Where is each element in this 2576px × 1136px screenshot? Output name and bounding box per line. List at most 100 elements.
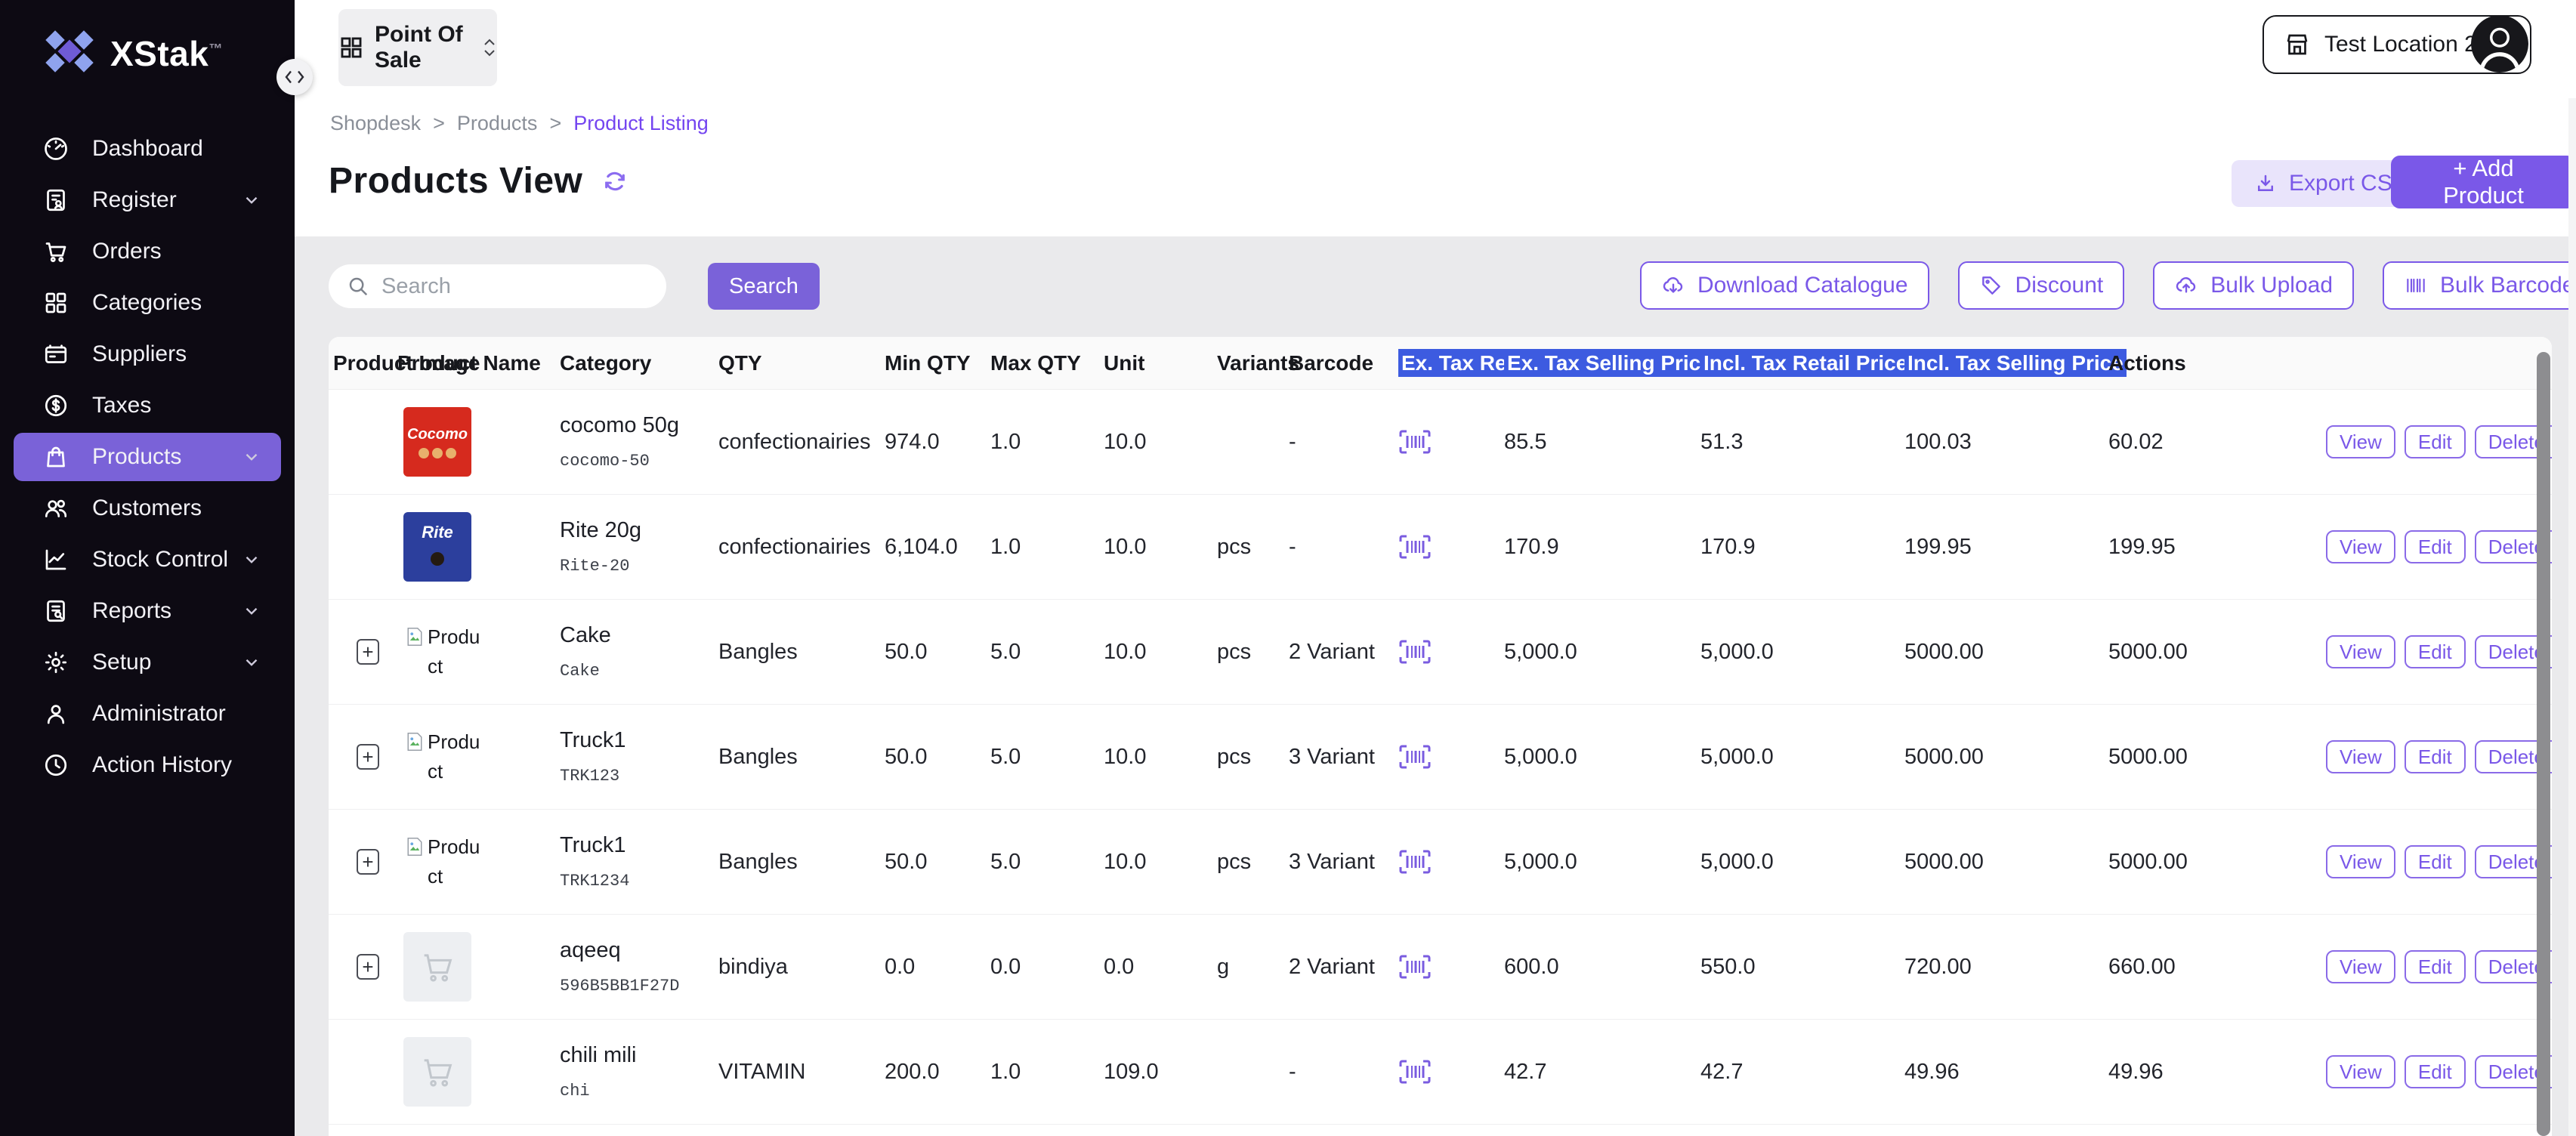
barcode-icon[interactable]: [1398, 429, 1500, 455]
sidebar-item-reports[interactable]: Reports: [14, 587, 281, 635]
view-row-button[interactable]: View: [2326, 1055, 2395, 1088]
column-header-category: Category: [555, 351, 714, 375]
product-photo: Rite: [403, 512, 471, 582]
reports-icon: [42, 597, 69, 625]
cell-incl-tax-retail: 199.95: [1900, 535, 2104, 560]
cell-category: VITAMIN: [714, 1060, 880, 1085]
expand-row-button[interactable]: +: [357, 639, 379, 665]
cell-actions: ViewEditDelete: [2315, 425, 2552, 458]
edit-row-button[interactable]: Edit: [2405, 950, 2466, 983]
discount-button[interactable]: Discount: [1958, 261, 2125, 310]
edit-row-button[interactable]: Edit: [2405, 740, 2466, 773]
brand-trademark: ™: [208, 41, 223, 56]
cell-product-name: aqeeq 596B5BB1F27D: [555, 938, 714, 996]
cell-incl-tax-retail: 720.00: [1900, 955, 2104, 980]
sidebar-item-action-history[interactable]: Action History: [14, 741, 281, 789]
sidebar-collapse-toggle[interactable]: [276, 59, 313, 95]
table-row: + aqeeq 596B5BB1F27D bindiya 0.0 0.0 0.0…: [329, 915, 2552, 1020]
add-product-button[interactable]: + Add Product: [2391, 156, 2576, 208]
cell-product-image: Cocomo: [393, 407, 555, 477]
expand-row-button[interactable]: +: [357, 954, 379, 980]
cell-variants: -: [1284, 535, 1394, 560]
sidebar-item-taxes[interactable]: Taxes: [14, 381, 281, 430]
sidebar-item-label: Setup: [92, 650, 242, 675]
sidebar-item-suppliers[interactable]: Suppliers: [14, 330, 281, 378]
product-photo: Cocomo: [403, 407, 471, 477]
sidebar-item-setup[interactable]: Setup: [14, 638, 281, 687]
bulk-actions-toolbar: Download Catalogue Discount Bulk Upload …: [1640, 261, 2576, 310]
barcode-icon[interactable]: [1398, 744, 1500, 770]
broken-image-icon: [403, 835, 426, 858]
table-row: + Product Truck1 TRK123 Bangles 50.0 5.0…: [329, 705, 2552, 810]
barcode-icon[interactable]: [1398, 534, 1500, 560]
cell-incl-tax-selling: 660.00: [2104, 955, 2315, 980]
toolbar-button-label: Bulk Upload: [2210, 273, 2333, 298]
cell-incl-tax-selling: 199.95: [2104, 535, 2315, 560]
edit-row-button[interactable]: Edit: [2405, 425, 2466, 458]
view-row-button[interactable]: View: [2326, 950, 2395, 983]
cell-ex-tax-retail: 5,000.0: [1500, 640, 1696, 665]
bulk-upload-button[interactable]: Bulk Upload: [2153, 261, 2354, 310]
column-header-variants: Variants: [1212, 351, 1284, 375]
sidebar-item-register[interactable]: Register: [14, 176, 281, 224]
page-scrollbar-track[interactable]: [2568, 98, 2576, 1136]
view-row-button[interactable]: View: [2326, 425, 2395, 458]
product-sku: TRK1234: [560, 872, 714, 891]
app-switcher[interactable]: Point Of Sale: [338, 9, 497, 86]
refresh-icon[interactable]: [602, 168, 628, 194]
expand-row-button[interactable]: +: [357, 744, 379, 770]
cell-min-qty: 0.0: [986, 955, 1099, 980]
breadcrumb-products[interactable]: Products: [457, 112, 538, 135]
barcode-icon[interactable]: [1398, 849, 1500, 875]
barcode-icon[interactable]: [1398, 639, 1500, 665]
column-header-ex-tax-retail-price: Ex. Tax Retail Price: [1394, 351, 1500, 375]
bulk-barcode-print-button[interactable]: Bulk Barcode Print: [2383, 261, 2576, 310]
cell-ex-tax-selling: 42.7: [1696, 1060, 1900, 1085]
expand-row-button[interactable]: +: [357, 849, 379, 875]
search-button[interactable]: Search: [708, 263, 820, 310]
column-header-label: Actions: [2108, 351, 2186, 375]
sidebar-item-stock-control[interactable]: Stock Control: [14, 536, 281, 584]
sidebar-item-customers[interactable]: Customers: [14, 484, 281, 532]
edit-row-button[interactable]: Edit: [2405, 635, 2466, 668]
cell-min-qty: 1.0: [986, 430, 1099, 455]
column-header-actions: Actions: [2104, 351, 2315, 375]
cell-variants: -: [1284, 1060, 1394, 1085]
cell-barcode: [1394, 429, 1500, 455]
table-vertical-scrollbar[interactable]: [2537, 352, 2550, 1136]
product-image-placeholder-cart-icon: [403, 932, 471, 1002]
cell-max-qty: 109.0: [1099, 1060, 1212, 1085]
cell-incl-tax-selling: 5000.00: [2104, 745, 2315, 770]
edit-row-button[interactable]: Edit: [2405, 1055, 2466, 1088]
sidebar-item-label: Action History: [92, 752, 242, 778]
sidebar-item-orders[interactable]: Orders: [14, 227, 281, 276]
cell-unit: pcs: [1212, 745, 1284, 770]
view-row-button[interactable]: View: [2326, 845, 2395, 878]
cell-expander: +: [329, 639, 393, 665]
cell-product-image: [393, 1037, 555, 1107]
cell-incl-tax-retail: 5000.00: [1900, 640, 2104, 665]
sidebar-item-products[interactable]: Products: [14, 433, 281, 481]
edit-row-button[interactable]: Edit: [2405, 530, 2466, 563]
search-input[interactable]: [381, 274, 648, 299]
barcode-icon[interactable]: [1398, 1059, 1500, 1085]
breadcrumb-product-listing[interactable]: Product Listing: [573, 112, 709, 135]
sidebar-item-administrator[interactable]: Administrator: [14, 690, 281, 738]
view-row-button[interactable]: View: [2326, 530, 2395, 563]
view-row-button[interactable]: View: [2326, 635, 2395, 668]
sidebar-item-dashboard[interactable]: Dashboard: [14, 125, 281, 173]
breadcrumb-shopdesk[interactable]: Shopdesk: [330, 112, 421, 135]
download-catalogue-button[interactable]: Download Catalogue: [1640, 261, 1929, 310]
cell-ex-tax-selling: 5,000.0: [1696, 850, 1900, 875]
user-avatar[interactable]: [2471, 15, 2528, 73]
breadcrumb: Shopdesk > Products > Product Listing: [330, 112, 709, 135]
chevron-down-icon: [242, 190, 261, 210]
edit-row-button[interactable]: Edit: [2405, 845, 2466, 878]
sidebar-item-categories[interactable]: Categories: [14, 279, 281, 327]
cell-product-image: Product: [393, 727, 555, 786]
view-row-button[interactable]: View: [2326, 740, 2395, 773]
cell-actions: ViewEditDelete: [2315, 530, 2552, 563]
barcode-icon[interactable]: [1398, 954, 1500, 980]
chevron-down-icon: [242, 653, 261, 672]
product-sku: Cake: [560, 662, 714, 681]
